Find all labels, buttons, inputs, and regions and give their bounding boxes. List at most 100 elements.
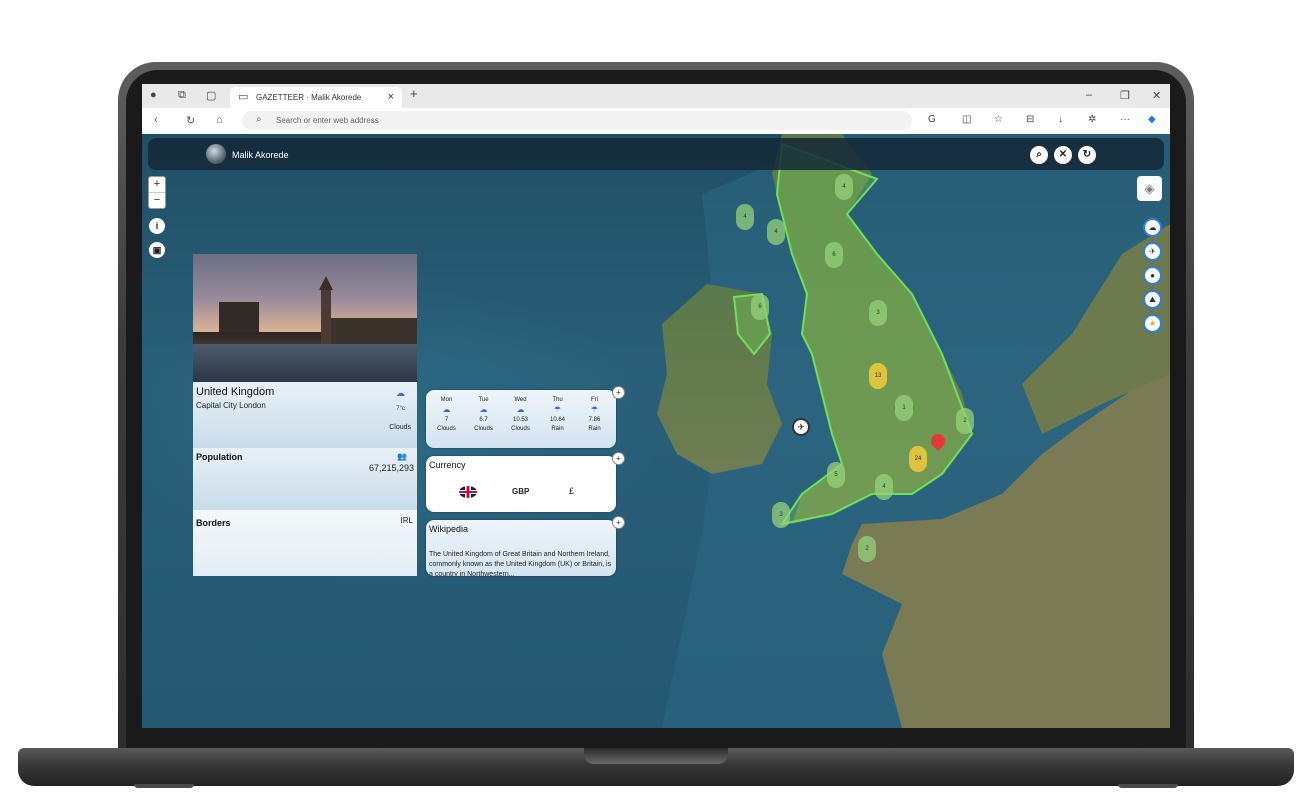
- browser-tab[interactable]: ▭ GAZETTEER · Malik Akorede ×: [230, 87, 402, 108]
- marker-cluster[interactable]: 6: [751, 294, 769, 320]
- currency-card: Currency GBP £: [426, 456, 616, 512]
- favorite-icon[interactable]: ☆: [994, 114, 1003, 125]
- new-tab-icon[interactable]: +: [410, 86, 418, 101]
- close-tab-icon[interactable]: ×: [388, 91, 394, 103]
- city-layer-button[interactable]: ●: [1143, 266, 1162, 285]
- airport-marker-icon[interactable]: ✈: [792, 418, 810, 436]
- forecast-day: Thu ☂ 10.64 Rain: [539, 396, 576, 434]
- star-icon: ★: [1148, 319, 1157, 328]
- app-header: Malik Akorede ⌕ ✕ ↻: [148, 138, 1164, 170]
- layers-button[interactable]: ◈: [1137, 176, 1162, 201]
- marker-cluster[interactable]: 5: [827, 462, 845, 488]
- restore-icon[interactable]: ❐: [1120, 89, 1130, 102]
- wikipedia-title: Wikipedia: [429, 524, 469, 534]
- uk-flag-icon: [459, 486, 477, 498]
- marker-cluster[interactable]: 3: [772, 502, 790, 528]
- address-input[interactable]: ⌕ Search or enter web address: [242, 111, 912, 130]
- favorite-layer-button[interactable]: ★: [1143, 314, 1162, 333]
- marker-cluster[interactable]: 3: [869, 300, 887, 326]
- cloud-icon: ☁: [516, 405, 525, 414]
- cloud-icon: ☁: [479, 405, 488, 414]
- weather-layer-button[interactable]: ☁: [1143, 218, 1162, 237]
- refresh-button[interactable]: ↻: [1078, 146, 1096, 164]
- save-button[interactable]: ▣: [149, 242, 165, 258]
- marker-cluster[interactable]: 24: [909, 446, 927, 472]
- photo-river: [193, 344, 417, 382]
- reader-icon[interactable]: G: [928, 114, 936, 125]
- forecast-day: Wed ☁ 10.53 Clouds: [502, 396, 539, 434]
- back-icon[interactable]: ‹: [154, 114, 158, 126]
- marker-cluster[interactable]: 1: [895, 395, 913, 421]
- close-window-icon[interactable]: ✕: [1152, 89, 1161, 102]
- profile-icon[interactable]: ●: [150, 89, 157, 101]
- forecast-desc: Clouds: [474, 426, 493, 432]
- collections-icon[interactable]: ⊟: [1026, 114, 1034, 125]
- marker-cluster[interactable]: 4: [767, 219, 785, 245]
- cloud-icon: ☁: [442, 405, 451, 414]
- marker-cluster[interactable]: 2: [858, 536, 876, 562]
- close-button[interactable]: ✕: [1054, 146, 1072, 164]
- population-label: Population: [196, 452, 243, 462]
- forecast-day-name: Thu: [552, 397, 563, 403]
- photo-parliament: [331, 318, 417, 346]
- marker-cluster[interactable]: 13: [869, 363, 887, 389]
- wikipedia-text: The United Kingdom of Great Britain and …: [429, 551, 612, 576]
- expand-forecast-button[interactable]: +: [612, 386, 625, 399]
- reload-icon[interactable]: ↻: [186, 114, 195, 127]
- zoom-out-button[interactable]: −: [149, 192, 165, 208]
- more-icon[interactable]: ···: [1120, 114, 1130, 125]
- close-icon: ✕: [1058, 149, 1068, 160]
- expand-currency-button[interactable]: +: [612, 452, 625, 465]
- laptop-foot: [1118, 784, 1178, 788]
- minimize-icon[interactable]: –: [1086, 89, 1092, 101]
- zoom-in-button[interactable]: +: [149, 177, 165, 192]
- landmark-layer-button[interactable]: ⛰: [1143, 290, 1162, 309]
- marker-cluster[interactable]: 4: [875, 474, 893, 500]
- marker-cluster[interactable]: 4: [736, 204, 754, 230]
- layers-icon: ◈: [1144, 181, 1155, 196]
- marker-cluster[interactable]: 6: [825, 242, 843, 268]
- map[interactable]: 4 4 4 6 6 3 13 1 2 24 5 4 3 2 ✈ Malik Ak…: [142, 134, 1170, 728]
- copilot-icon[interactable]: ◆: [1148, 114, 1156, 125]
- country-section: United Kingdom Capital City London ☁ 7°c…: [193, 382, 417, 448]
- airport-layer-button[interactable]: ✈: [1143, 242, 1162, 261]
- tab-actions-icon[interactable]: ▢: [206, 89, 216, 102]
- marker-cluster[interactable]: 4: [835, 174, 853, 200]
- user-name: Malik Akorede: [232, 150, 289, 160]
- workspaces-icon[interactable]: ⧉: [178, 89, 186, 102]
- population-section: Population 👥 67,215,293: [193, 448, 417, 510]
- photo-tower: [321, 288, 331, 346]
- expand-wikipedia-button[interactable]: +: [612, 516, 625, 529]
- forecast-day-name: Fri: [591, 397, 598, 403]
- forecast-day-name: Wed: [514, 397, 527, 403]
- marker-cluster[interactable]: 2: [956, 408, 974, 434]
- info-button[interactable]: i: [149, 218, 165, 234]
- plane-icon: ✈: [1149, 247, 1156, 256]
- home-icon[interactable]: ⌂: [216, 114, 223, 126]
- search-icon: ⌕: [1036, 149, 1042, 160]
- split-screen-icon[interactable]: ◫: [962, 114, 971, 125]
- avatar: [206, 144, 226, 164]
- forecast-temp: 10.64: [549, 417, 565, 423]
- refresh-icon: ↻: [1082, 149, 1092, 160]
- downloads-icon[interactable]: ↓: [1058, 114, 1063, 125]
- country-photo: [193, 254, 417, 382]
- tab-title: GAZETTEER · Malik Akorede: [256, 93, 362, 102]
- currency-symbol: £: [569, 486, 575, 496]
- forecast-desc: Rain: [588, 426, 601, 432]
- extensions-icon[interactable]: ✲: [1088, 114, 1096, 125]
- forecast-day-name: Mon: [440, 397, 453, 403]
- borders-value: IRL: [400, 516, 413, 525]
- forecast-desc: Clouds: [511, 426, 530, 432]
- people-icon: 👥: [397, 452, 407, 461]
- photo-building: [219, 302, 259, 334]
- currency-title: Currency: [429, 460, 466, 470]
- info-icon: i: [155, 221, 159, 231]
- city-icon: ●: [1150, 271, 1155, 280]
- zoom-control: + −: [148, 176, 166, 209]
- address-placeholder: Search or enter web address: [276, 116, 379, 125]
- weather-desc: Clouds: [389, 424, 411, 431]
- screen: ● ⧉ ▢ ▭ GAZETTEER · Malik Akorede × + – …: [142, 84, 1170, 728]
- country-info-card: United Kingdom Capital City London ☁ 7°c…: [193, 254, 417, 576]
- search-button[interactable]: ⌕: [1030, 146, 1048, 164]
